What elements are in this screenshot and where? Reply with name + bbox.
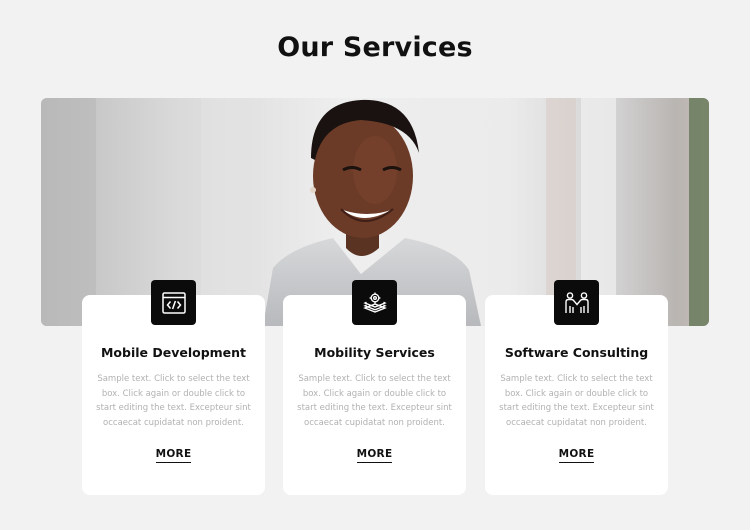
more-link[interactable]: MORE xyxy=(155,448,192,463)
card-description: Sample text. Click to select the text bo… xyxy=(96,374,251,428)
card-description: Sample text. Click to select the text bo… xyxy=(499,374,654,428)
card-description: Sample text. Click to select the text bo… xyxy=(297,374,452,428)
services-section: Our Services Mobile Development Sample t… xyxy=(0,0,750,530)
service-card: Software Consulting Sample text. Click t… xyxy=(485,280,668,495)
code-window-icon xyxy=(151,280,196,325)
card-title: Software Consulting xyxy=(504,345,649,360)
consulting-people-icon xyxy=(554,280,599,325)
page-title: Our Services xyxy=(277,32,473,63)
more-link[interactable]: MORE xyxy=(558,448,595,463)
service-card: Mobile Development Sample text. Click to… xyxy=(82,280,265,495)
more-link[interactable]: MORE xyxy=(356,448,393,463)
layers-settings-icon xyxy=(352,280,397,325)
card-title: Mobile Development xyxy=(100,345,247,360)
card-title: Mobility Services xyxy=(314,345,435,360)
service-card: Mobility Services Sample text. Click to … xyxy=(283,280,466,495)
